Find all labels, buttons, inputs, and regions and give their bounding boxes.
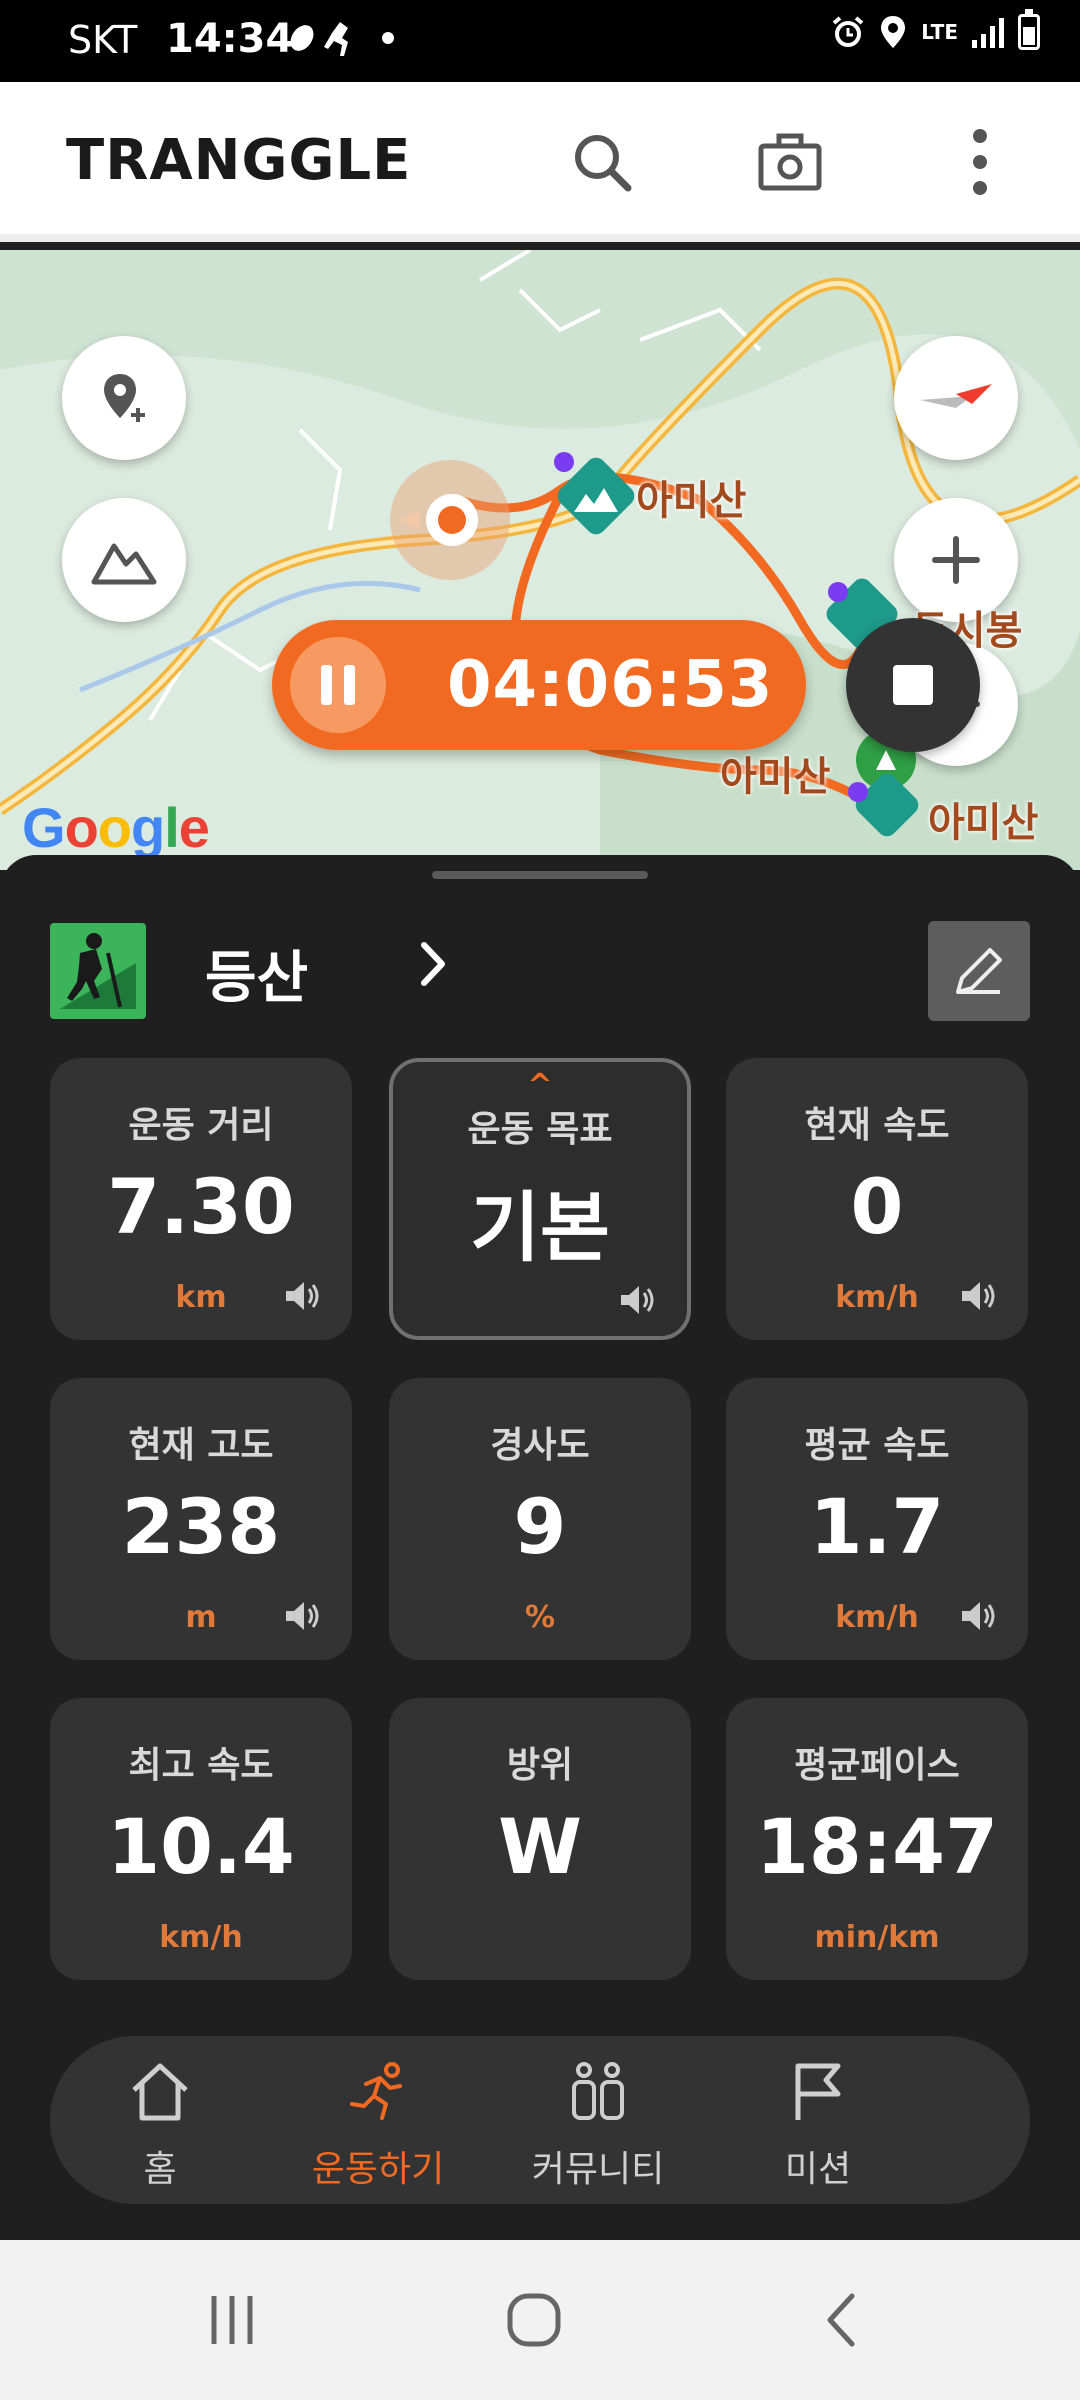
- home-circle-icon: [507, 2293, 561, 2347]
- elapsed-time: 04:06:53: [447, 648, 774, 722]
- edit-icon: [956, 948, 1002, 994]
- stat-value: 238: [121, 1482, 281, 1571]
- back-button[interactable]: [800, 2280, 880, 2360]
- stat-label: 최고 속도: [128, 1745, 274, 1786]
- bottom-nav: 홈 운동하기 커뮤니티 미션: [50, 2036, 1030, 2204]
- compass-icon: [920, 384, 992, 408]
- recording-timer: 04:06:53: [272, 620, 806, 750]
- stop-icon: [893, 665, 933, 705]
- network-type: LTE: [921, 20, 958, 44]
- pause-button[interactable]: [290, 637, 386, 733]
- stat-card-max-speed[interactable]: 최고 속도 10.4 km/h: [50, 1698, 352, 1980]
- nav-item-workout[interactable]: 운동하기: [268, 2036, 488, 2204]
- stat-label: 현재 속도: [804, 1105, 950, 1146]
- stat-label: 경사도: [490, 1425, 590, 1466]
- home-button[interactable]: [494, 2280, 574, 2360]
- compass-button[interactable]: [894, 336, 1018, 460]
- stat-value: 1.7: [809, 1482, 945, 1571]
- stat-label: 운동 거리: [128, 1105, 274, 1146]
- stat-card-bearing[interactable]: 방위 W: [389, 1698, 691, 1980]
- stat-label: 현재 고도: [128, 1425, 274, 1466]
- status-time: 14:34: [166, 16, 294, 62]
- community-icon: [572, 2062, 624, 2120]
- stat-label: 운동 목표: [467, 1109, 613, 1150]
- stats-sheet: 등산 운동 거리 7.30 km ^ 운동 목표 기본 현재 속도 0 km/h…: [0, 855, 1080, 2240]
- stat-value: 0: [850, 1162, 904, 1251]
- nav-label: 커뮤니티: [531, 2149, 665, 2190]
- battery-icon: [1018, 9, 1040, 50]
- nav-item-community[interactable]: 커뮤니티: [488, 2036, 708, 2204]
- more-options-button[interactable]: [940, 122, 1020, 202]
- stat-card-average-speed[interactable]: 평균 속도 1.7 km/h: [726, 1378, 1028, 1660]
- stop-button[interactable]: [846, 618, 980, 752]
- peak-label: 아미산: [928, 800, 1039, 846]
- more-vert-icon: [973, 129, 987, 195]
- stat-unit: %: [524, 1600, 556, 1635]
- camera-icon: [758, 133, 822, 191]
- peak-label: 아미산: [720, 754, 831, 800]
- stat-card-current-speed[interactable]: 현재 속도 0 km/h: [726, 1058, 1028, 1340]
- carrier-label: SKT: [68, 18, 138, 62]
- status-right: LTE: [831, 9, 1040, 50]
- nav-label: 미션: [784, 2149, 852, 2190]
- stat-value: 기본: [470, 1183, 610, 1272]
- google-logo: Google: [22, 796, 210, 859]
- zoom-in-icon: [932, 536, 980, 584]
- location-icon: [881, 16, 906, 48]
- stat-card-goal[interactable]: ^ 운동 목표 기본: [389, 1058, 691, 1340]
- map-view[interactable]: 아미산 두시봉 아미산 아미산 Google 04:06:53: [0, 250, 1080, 870]
- terrain-button[interactable]: [62, 498, 186, 622]
- home-icon: [132, 2063, 188, 2121]
- stat-value: 7.30: [107, 1162, 295, 1251]
- camera-button[interactable]: [750, 122, 830, 202]
- flag-icon: [795, 2063, 841, 2120]
- stat-value: 10.4: [107, 1802, 295, 1891]
- recents-icon: [211, 2296, 253, 2344]
- add-location-icon: [104, 374, 145, 422]
- peak-label: 아미산: [636, 478, 747, 524]
- speaker-icon[interactable]: [282, 1276, 322, 1316]
- stat-value: W: [498, 1802, 582, 1891]
- pause-icon: [321, 665, 332, 705]
- nav-item-home[interactable]: 홈: [50, 2036, 270, 2204]
- app-header: TRANGGLE: [0, 82, 1080, 242]
- add-location-button[interactable]: [62, 336, 186, 460]
- sheet-drag-handle[interactable]: [432, 871, 648, 879]
- notification-icons: [282, 18, 402, 67]
- stat-label: 평균 속도: [804, 1425, 950, 1466]
- stat-unit: km/h: [159, 1920, 243, 1955]
- stat-card-distance[interactable]: 운동 거리 7.30 km: [50, 1058, 352, 1340]
- chevron-up-icon: ^: [527, 1068, 553, 1103]
- stat-card-average-pace[interactable]: 평균페이스 18:47 min/km: [726, 1698, 1028, 1980]
- stat-label: 방위: [506, 1745, 574, 1786]
- speaker-icon[interactable]: [958, 1596, 998, 1636]
- back-icon: [827, 2293, 855, 2347]
- signal-icon: [972, 16, 1004, 48]
- app-logo: TRANGGLE: [66, 128, 412, 193]
- nav-label: 홈: [143, 2149, 177, 2190]
- stat-value: 9: [513, 1482, 567, 1571]
- activity-type[interactable]: 등산: [205, 933, 308, 1014]
- speaker-icon[interactable]: [958, 1276, 998, 1316]
- stat-label: 평균페이스: [794, 1745, 960, 1786]
- chevron-right-icon[interactable]: [418, 939, 448, 993]
- hiking-icon: [50, 923, 146, 1019]
- stat-card-altitude[interactable]: 현재 고도 238 m: [50, 1378, 352, 1660]
- recents-button[interactable]: [192, 2280, 272, 2360]
- system-nav-bar: [0, 2240, 1080, 2400]
- nav-label: 운동하기: [311, 2149, 445, 2190]
- search-icon: [575, 135, 632, 192]
- stat-card-slope[interactable]: 경사도 9 %: [389, 1378, 691, 1660]
- edit-button[interactable]: [928, 921, 1030, 1021]
- terrain-icon: [91, 543, 157, 585]
- speaker-icon[interactable]: [282, 1596, 322, 1636]
- nav-item-mission[interactable]: 미션: [708, 2036, 928, 2204]
- running-icon: [350, 2062, 402, 2120]
- stat-value: 18:47: [756, 1802, 998, 1891]
- alarm-icon: [832, 16, 864, 47]
- search-button[interactable]: [562, 122, 642, 202]
- speaker-icon[interactable]: [617, 1280, 657, 1320]
- status-bar: SKT 14:34 LTE: [0, 0, 1080, 82]
- stat-unit: min/km: [814, 1920, 940, 1955]
